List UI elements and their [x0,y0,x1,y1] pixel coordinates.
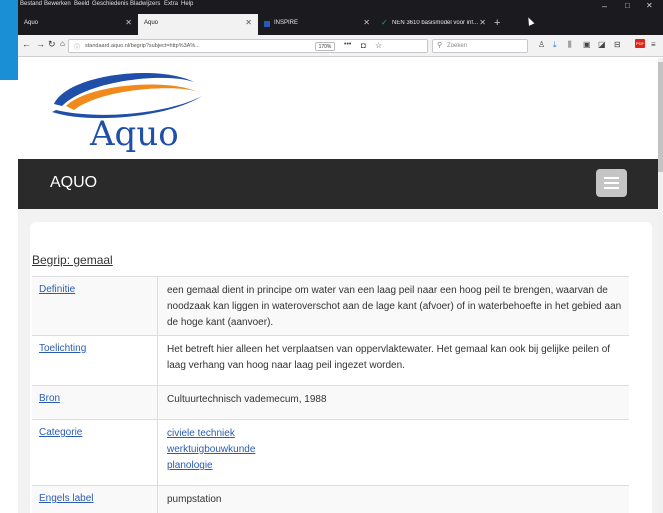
tab-bar: Aquo ✕ Aquo ✕ INSPIRE ✕ ✓ NEN 3610 basis… [18,14,663,35]
maximize-icon[interactable]: □ [625,1,630,10]
back-icon[interactable]: ← [22,39,31,49]
tab-aquo-1[interactable]: Aquo ✕ [18,14,138,35]
tab-aquo-active[interactable]: Aquo ✕ [138,14,258,35]
extension-icon[interactable]: ⊟ [614,40,621,49]
column-divider [157,386,158,419]
column-divider [157,420,158,485]
logo-text: Aquo [90,114,179,154]
row-value-engels-label: pumpstation [167,494,222,505]
row-label-toelichting[interactable]: Toelichting [39,343,86,354]
close-icon[interactable]: ✕ [125,18,132,27]
tab-inspire[interactable]: INSPIRE ✕ [258,14,376,35]
tab-title: NEN 3610 basismodel voor inf... [392,20,478,26]
url-bar[interactable]: ⓘ standaard.aquo.nl/begrip?subject=http%… [68,39,428,53]
row-value-bron: Cultuurtechnisch vademecum, 1988 [167,394,327,405]
pdf-extension-icon[interactable]: PDF [635,39,645,48]
mouse-cursor-icon [525,16,535,26]
search-input[interactable]: ⚲ Zoeken [432,39,528,53]
term-title: Begrip: gemaal [32,253,113,267]
column-divider [157,486,158,513]
column-divider [157,336,158,385]
row-value-definitie: een gemaal dient in principe om water va… [167,285,622,328]
screenshot-icon[interactable]: ◪ [598,40,606,49]
nav-toggle-button[interactable] [596,169,627,197]
zoom-level[interactable]: 170% [315,42,335,51]
minimize-icon[interactable]: – [602,1,607,11]
close-icon[interactable]: ✕ [363,18,370,27]
menu-bar: Bestand Bewerken Beeld Geschiedenis Blad… [18,0,663,14]
menu-item-bladwijzers[interactable]: Bladwijzers [130,1,160,7]
row-label-bron[interactable]: Bron [39,393,60,404]
table-row-definitie: Definitie een gemaal dient in principe o… [32,276,629,336]
search-placeholder: Zoeken [447,43,468,49]
row-value-toelichting: Het betreft hier alleen het verplaatsen … [167,344,611,371]
tab-title: Aquo [144,20,159,26]
category-link-civiele-techniek[interactable]: civiele techniek [167,426,622,442]
nen-favicon-icon: ✓ [381,18,388,27]
row-value-categorie: civiele techniek werktuigbouwkunde plano… [167,426,622,474]
close-icon[interactable]: ✕ [479,18,486,27]
reload-icon[interactable]: ↻ [48,39,56,50]
bookmark-star-icon[interactable]: ☆ [375,41,382,50]
account-icon[interactable]: ♙ [538,40,545,49]
table-row-toelichting: Toelichting Het betreft hier alleen het … [32,336,629,386]
table-row-engels-label: Engels label pumpstation [32,486,629,513]
sidebar-icon[interactable]: ▣ [583,40,591,49]
menu-item-extra[interactable]: Extra [164,1,178,7]
table-row-bron: Bron Cultuurtechnisch vademecum, 1988 [32,386,629,420]
site-info-icon[interactable]: ⓘ [74,42,80,51]
forward-icon[interactable]: → [36,39,45,49]
tab-title: Aquo [24,20,39,26]
new-tab-icon[interactable]: + [494,17,500,29]
table-row-categorie: Categorie civiele techniek werktuigbouwk… [32,420,629,486]
close-icon[interactable]: ✕ [245,18,252,27]
navbar-brand[interactable]: AQUO [50,174,97,192]
row-label-categorie[interactable]: Categorie [39,427,82,438]
pocket-icon[interactable]: ◘ [361,41,366,50]
home-icon[interactable]: ⌂ [60,39,65,48]
page-actions-icon[interactable]: ••• [344,41,351,48]
hamburger-bar [604,187,619,189]
hamburger-bar [604,182,619,184]
column-divider [157,277,158,335]
row-label-engels-label[interactable]: Engels label [39,493,93,504]
hamburger-menu-icon[interactable]: ≡ [651,40,656,49]
window-close-icon[interactable]: ✕ [646,1,653,10]
row-label-definitie[interactable]: Definitie [39,284,75,295]
menu-item-bestand[interactable]: Bestand [20,1,42,7]
navigation-toolbar: ← → ↻ ⌂ ⓘ standaard.aquo.nl/begrip?subje… [18,35,663,57]
tab-nen3610[interactable]: ✓ NEN 3610 basismodel voor inf... ✕ [376,14,492,35]
menu-item-help[interactable]: Help [181,1,193,7]
tab-title: INSPIRE [274,20,299,26]
browser-window: Bestand Bewerken Beeld Geschiedenis Blad… [18,0,663,513]
scrollbar-thumb[interactable] [658,62,663,172]
hamburger-bar [604,177,619,179]
site-navbar: AQUO [18,159,658,209]
category-link-planologie[interactable]: planologie [167,458,622,474]
menu-item-beeld[interactable]: Beeld [74,1,89,7]
page-content: Aquo AQUO Begrip: gemaal Definitie een g… [18,58,663,513]
download-icon[interactable]: ⤓ [553,40,557,50]
aquo-logo[interactable]: Aquo [48,66,228,166]
url-text[interactable]: standaard.aquo.nl/begrip?subject=http%3A… [85,43,200,49]
inspire-favicon-icon [264,21,270,27]
library-icon[interactable]: ⫼ [568,40,572,50]
category-link-werktuigbouwkunde[interactable]: werktuigbouwkunde [167,442,622,458]
search-icon: ⚲ [437,42,443,49]
menu-item-bewerken[interactable]: Bewerken [44,1,71,7]
menu-item-geschiedenis[interactable]: Geschiedenis [92,1,128,7]
